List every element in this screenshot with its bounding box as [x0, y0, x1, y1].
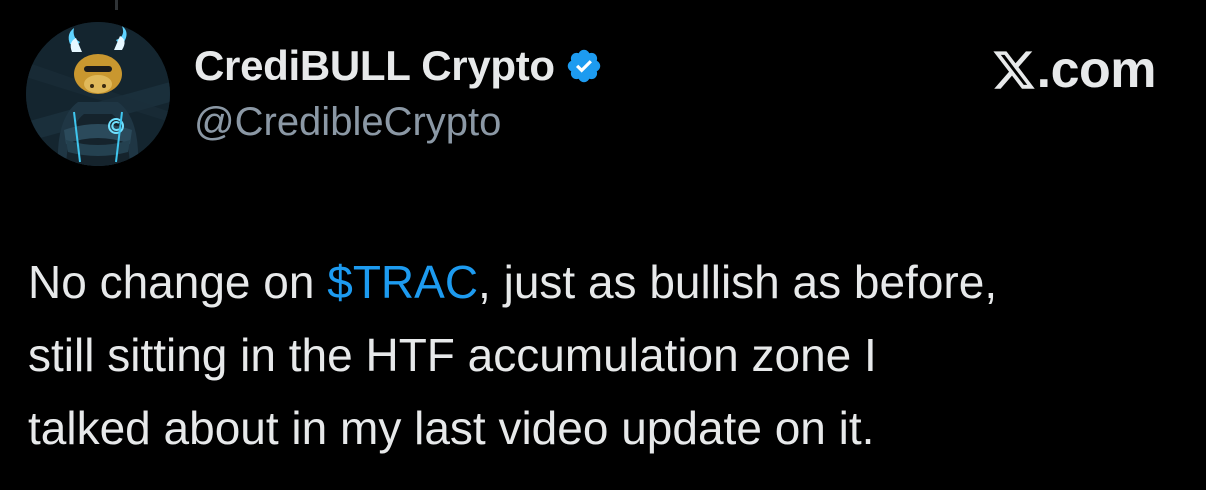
avatar[interactable]	[26, 22, 170, 166]
author-handle[interactable]: @CredibleCrypto	[194, 100, 501, 145]
tweet-line-3: talked about in my last video update on …	[28, 402, 875, 454]
x-brand-logo: .com	[991, 40, 1157, 100]
bull-mascot-avatar-icon	[26, 22, 170, 166]
verified-badge-icon	[565, 47, 603, 85]
cashtag-link[interactable]: $TRAC	[327, 256, 478, 308]
author-name-row: CrediBULL Crypto	[194, 42, 603, 90]
thread-connector	[115, 0, 118, 10]
author-display-name[interactable]: CrediBULL Crypto	[194, 42, 555, 90]
tweet-line-1: No change on $TRAC, just as bullish as b…	[28, 246, 1188, 319]
tweet-text: No change on $TRAC, just as bullish as b…	[28, 246, 1188, 465]
tweet-line-1-post: , just as bullish as before,	[478, 256, 998, 308]
tweet-card: CrediBULL Crypto @CredibleCrypto .com No…	[0, 0, 1206, 490]
brand-domain-text: .com	[1036, 41, 1157, 99]
tweet-line-2: still sitting in the HTF accumulation zo…	[28, 329, 877, 381]
x-logo-icon	[991, 47, 1037, 93]
tweet-line-1-pre: No change on	[28, 256, 328, 308]
